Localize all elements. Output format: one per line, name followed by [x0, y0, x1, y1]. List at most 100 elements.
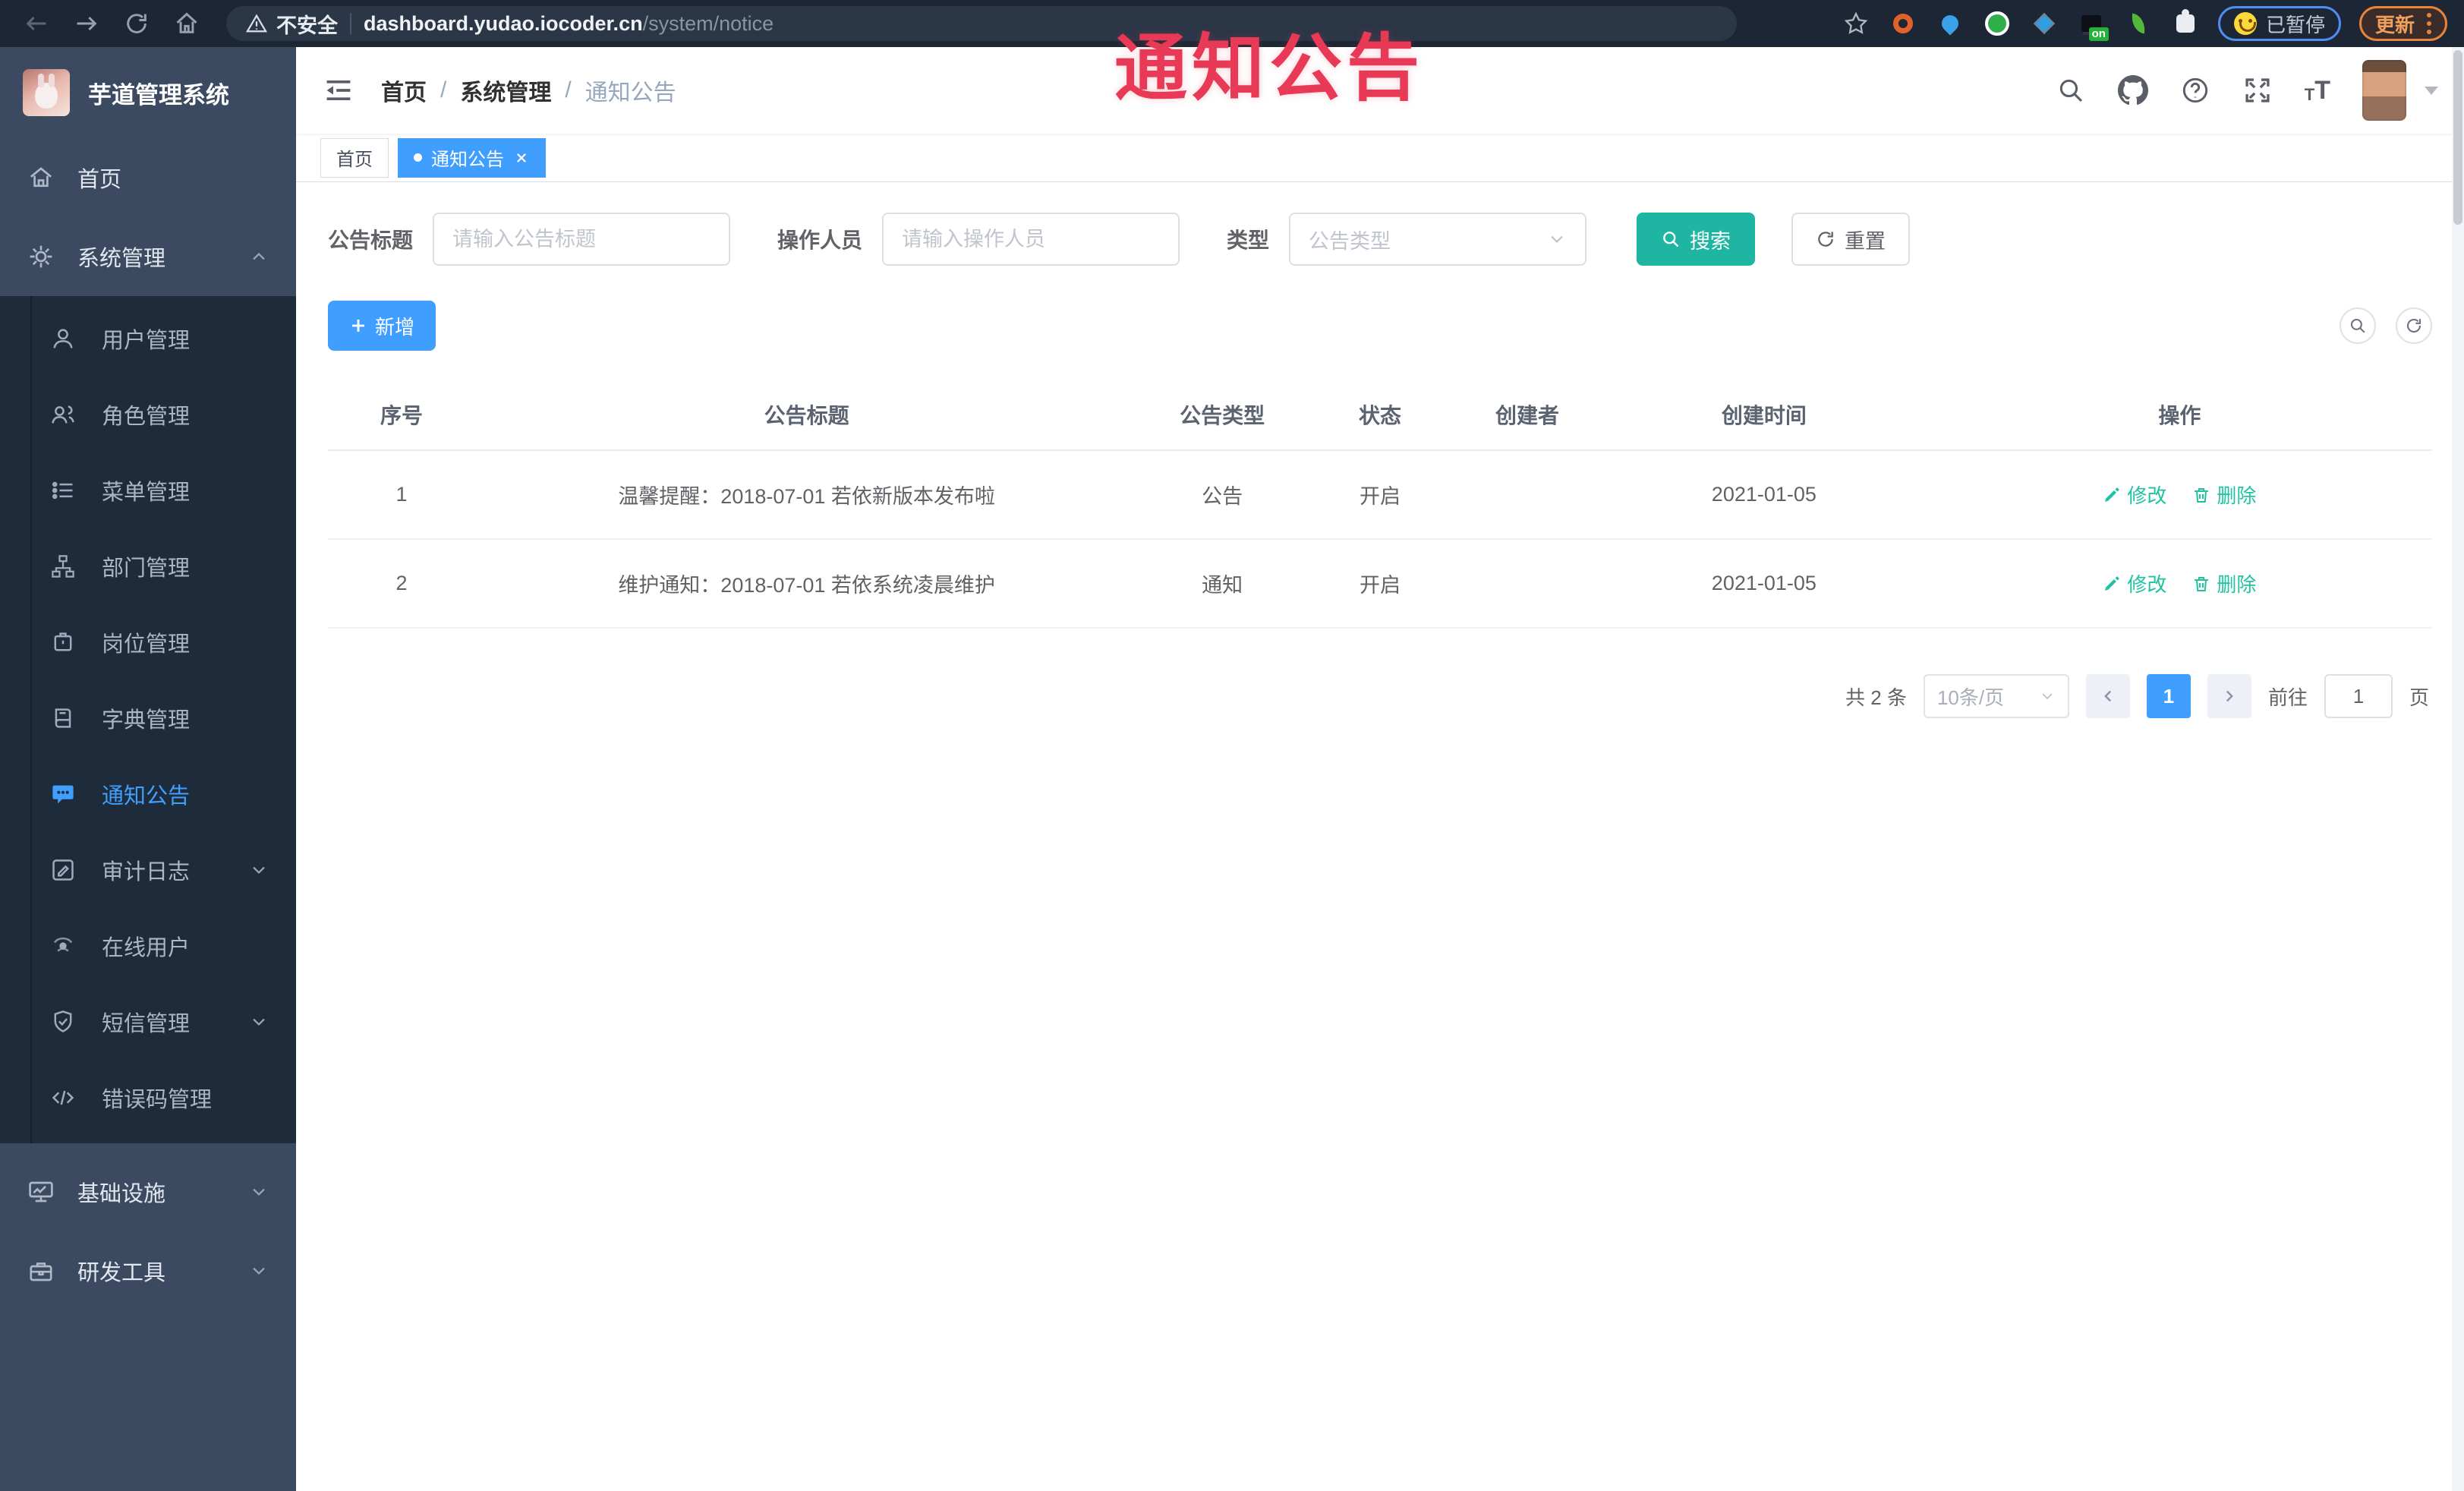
user-icon — [50, 326, 76, 351]
sidebar-item-system[interactable]: 系统管理 — [0, 217, 296, 296]
fullscreen-icon[interactable] — [2242, 75, 2273, 106]
sidebar-item-sms[interactable]: 短信管理 — [0, 984, 296, 1060]
sidebar-item-users[interactable]: 用户管理 — [0, 301, 296, 377]
browser-reload-icon[interactable] — [117, 7, 156, 40]
gear-icon — [27, 243, 55, 270]
current-page-button[interactable]: 1 — [2146, 674, 2191, 718]
chevron-down-icon — [1551, 235, 1563, 244]
extension-green-circle-icon[interactable] — [1983, 9, 2012, 38]
pencil-icon — [2105, 575, 2119, 591]
delete-link-label: 删除 — [2217, 484, 2257, 507]
extension-dark-stack-icon[interactable]: on — [2077, 9, 2109, 41]
notice-type-select[interactable]: 公告类型 — [1289, 213, 1587, 266]
delete-link[interactable]: 删除 — [2192, 481, 2256, 509]
message-bubble-icon — [50, 781, 76, 807]
browser-update-button[interactable]: 更新 — [2358, 6, 2447, 41]
online-user-icon — [50, 933, 76, 959]
browser-menu-icon[interactable] — [2427, 13, 2431, 34]
badge-icon — [50, 629, 76, 655]
cell-status: 开启 — [1306, 450, 1454, 540]
prev-page-button[interactable] — [2085, 674, 2130, 718]
scrollbar-thumb[interactable] — [2453, 50, 2462, 225]
breadcrumb-home[interactable]: 首页 — [381, 74, 427, 107]
extension-orange-ring-icon[interactable] — [1889, 9, 1917, 38]
close-icon[interactable] — [513, 150, 530, 166]
extension-green-leaf-icon[interactable] — [2124, 9, 2153, 38]
browser-forward-icon[interactable] — [67, 7, 106, 40]
sidebar-item-departments[interactable]: 部门管理 — [0, 528, 296, 604]
sidebar-item-menus[interactable]: 菜单管理 — [0, 452, 296, 528]
sidebar-item-notices[interactable]: 通知公告 — [0, 756, 296, 832]
tab-notices[interactable]: 通知公告 — [398, 137, 546, 178]
cell-status: 开启 — [1306, 539, 1454, 629]
page-size-select[interactable]: 10条/页 — [1923, 674, 2069, 718]
delete-link[interactable]: 删除 — [2192, 569, 2256, 597]
cell-title: 维护通知：2018-07-01 若依系统凌晨维护 — [475, 539, 1139, 629]
cell-type: 通知 — [1138, 539, 1306, 629]
notices-table: 序号 公告标题 公告类型 状态 创建者 创建时间 操作 1 温馨提醒：2018-… — [328, 377, 2432, 629]
browser-home-icon[interactable] — [167, 7, 206, 40]
page-unit-label: 页 — [2409, 686, 2429, 709]
user-avatar[interactable] — [2362, 60, 2406, 121]
avatar-caret-icon[interactable] — [2425, 86, 2438, 95]
sidebar-item-label: 通知公告 — [102, 784, 191, 809]
sidebar-item-audit-log[interactable]: 审计日志 — [0, 832, 296, 908]
next-page-button[interactable] — [2207, 674, 2251, 718]
url-divider — [350, 13, 351, 34]
breadcrumb-separator: / — [565, 77, 572, 102]
browser-back-icon[interactable] — [17, 7, 56, 40]
reset-button[interactable]: 重置 — [1791, 213, 1911, 266]
app-logo-row[interactable]: 芋道管理系统 — [0, 56, 296, 129]
breadcrumb: 首页 / 系统管理 / 通知公告 — [381, 74, 676, 107]
breadcrumb-separator: / — [440, 77, 447, 102]
search-button[interactable]: 搜索 — [1637, 213, 1756, 266]
sidebar-item-dictionary[interactable]: 字典管理 — [0, 680, 296, 756]
sidebar-item-label: 在线用户 — [102, 936, 191, 960]
sidebar-item-infrastructure[interactable]: 基础设施 — [0, 1152, 296, 1231]
add-button-label: 新增 — [375, 315, 415, 339]
page-scrollbar[interactable] — [2452, 47, 2464, 1491]
edit-link[interactable]: 修改 — [2103, 569, 2166, 597]
extension-blue-diamond-icon[interactable] — [2030, 9, 2059, 38]
refresh-table-button[interactable] — [2396, 307, 2432, 344]
sidebar-item-home[interactable]: 首页 — [0, 138, 296, 217]
help-icon[interactable] — [2180, 75, 2210, 106]
header-search-icon[interactable] — [2056, 75, 2086, 106]
sidebar-item-posts[interactable]: 岗位管理 — [0, 604, 296, 680]
tags-view-bar: 首页 通知公告 — [296, 134, 2464, 182]
not-secure-label: 不安全 — [276, 14, 338, 37]
org-tree-icon — [50, 553, 76, 579]
sidebar-item-label: 用户管理 — [102, 329, 191, 353]
search-form: 公告标题 操作人员 类型 公告类型 搜索 重置 — [328, 213, 2432, 266]
goto-page-input[interactable] — [2324, 674, 2393, 718]
sidebar-item-dev-tools[interactable]: 研发工具 — [0, 1231, 296, 1310]
sidebar-item-roles[interactable]: 角色管理 — [0, 377, 296, 452]
font-size-icon[interactable]: TT — [2305, 77, 2330, 103]
app-title: 芋道管理系统 — [88, 81, 229, 109]
not-secure-warning-icon — [246, 14, 267, 33]
sidebar-item-online-users[interactable]: 在线用户 — [0, 908, 296, 984]
code-icon — [50, 1085, 76, 1111]
sidebar-item-error-codes[interactable]: 错误码管理 — [0, 1060, 296, 1136]
bookmark-star-icon[interactable] — [1842, 9, 1870, 38]
operator-input[interactable] — [882, 213, 1180, 266]
breadcrumb-system[interactable]: 系统管理 — [460, 74, 551, 107]
add-button[interactable]: 新增 — [328, 301, 436, 351]
pagination: 共 2 条 10条/页 1 前往 页 — [328, 674, 2432, 718]
tab-home[interactable]: 首页 — [320, 137, 389, 178]
extension-on-badge: on — [2088, 27, 2109, 41]
extension-blue-pin-icon[interactable] — [1936, 9, 1965, 38]
edit-document-icon — [50, 857, 76, 883]
cell-type: 公告 — [1138, 450, 1306, 540]
update-label: 更新 — [2374, 13, 2415, 36]
github-icon[interactable] — [2117, 75, 2148, 106]
profile-paused-badge[interactable]: 已暂停 — [2217, 6, 2341, 41]
edit-link[interactable]: 修改 — [2103, 481, 2166, 509]
column-header-no: 序号 — [328, 377, 476, 451]
extension-puzzle-icon[interactable] — [2171, 9, 2200, 38]
address-bar[interactable]: 不安全 dashboard.yudao.iocoder.cn/system/no… — [226, 6, 1737, 41]
toggle-search-button[interactable] — [2340, 307, 2376, 344]
page-size-value: 10条/页 — [1936, 686, 2005, 709]
notice-title-input[interactable] — [433, 213, 731, 266]
collapse-sidebar-icon[interactable] — [322, 74, 355, 107]
